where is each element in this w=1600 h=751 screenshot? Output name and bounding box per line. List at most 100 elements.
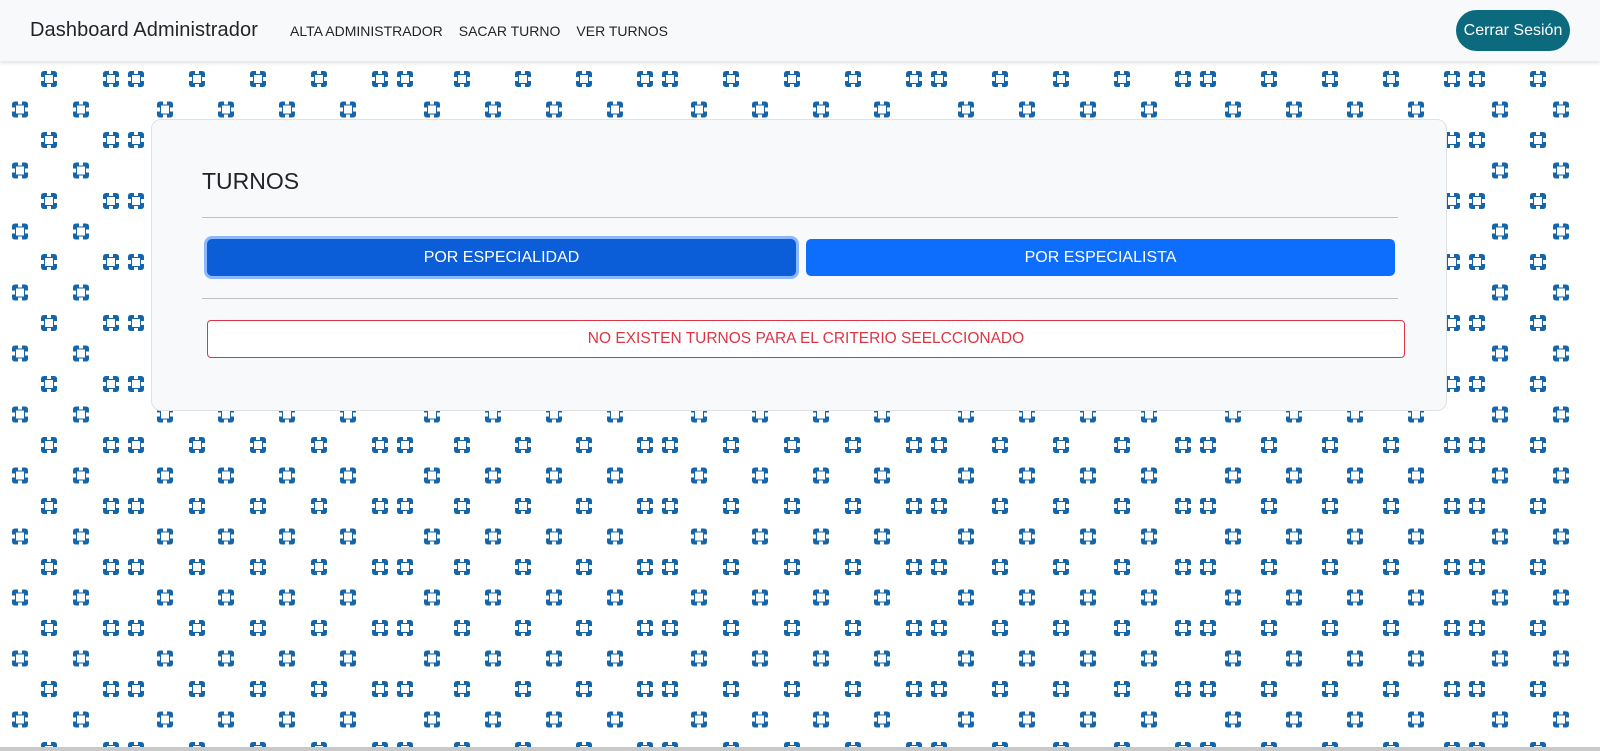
medical-cross-icon (931, 71, 947, 87)
medical-cross-icon (12, 711, 28, 728)
medical-cross-icon (1530, 193, 1546, 209)
medical-cross-icon (607, 528, 623, 545)
medical-cross-icon (1286, 528, 1302, 545)
medical-cross-icon (1019, 589, 1035, 606)
medical-cross-icon (189, 71, 205, 87)
medical-cross-icon (1200, 71, 1216, 87)
medical-cross-icon (103, 437, 119, 453)
medical-cross-icon (1225, 467, 1241, 484)
medical-cross-icon (1053, 437, 1069, 453)
medical-cross-icon (546, 711, 562, 728)
por-especialidad-button[interactable]: POR ESPECIALIDAD (207, 239, 796, 276)
medical-cross-icon (340, 528, 356, 545)
medical-cross-icon (41, 498, 57, 514)
medical-cross-icon (372, 620, 388, 636)
medical-cross-icon (311, 437, 327, 453)
medical-cross-icon (73, 711, 89, 728)
medical-cross-icon (607, 711, 623, 728)
medical-cross-icon (546, 467, 562, 484)
medical-cross-icon (424, 650, 440, 667)
medical-cross-icon (1261, 620, 1277, 636)
medical-cross-icon (1469, 437, 1485, 453)
medical-cross-icon (372, 437, 388, 453)
medical-cross-icon (662, 498, 678, 514)
medical-cross-icon (813, 711, 829, 728)
medical-cross-icon (12, 650, 28, 667)
medical-cross-icon (41, 620, 57, 636)
nav-link-alta-administrador[interactable]: ALTA ADMINISTRADOR (282, 23, 451, 39)
medical-cross-icon (218, 711, 234, 728)
medical-cross-icon (958, 467, 974, 484)
medical-cross-icon (931, 498, 947, 514)
medical-cross-icon (752, 101, 768, 118)
medical-cross-icon (1347, 101, 1363, 118)
medical-cross-icon (576, 437, 592, 453)
medical-cross-icon (515, 559, 531, 575)
navbar-brand[interactable]: Dashboard Administrador (30, 0, 258, 61)
medical-cross-icon (372, 498, 388, 514)
medical-cross-icon (576, 681, 592, 697)
nav-link-sacar-turno[interactable]: SACAR TURNO (451, 23, 569, 39)
medical-cross-icon (1492, 589, 1508, 606)
medical-cross-icon (576, 498, 592, 514)
medical-cross-icon (103, 559, 119, 575)
medical-cross-icon (691, 711, 707, 728)
medical-cross-icon (845, 559, 861, 575)
medical-cross-icon (1175, 437, 1191, 453)
medical-cross-icon (424, 528, 440, 545)
medical-cross-icon (1141, 101, 1157, 118)
medical-cross-icon (250, 620, 266, 636)
medical-cross-icon (784, 437, 800, 453)
medical-cross-icon (128, 437, 144, 453)
medical-cross-icon (1530, 437, 1546, 453)
medical-cross-icon (218, 467, 234, 484)
medical-cross-icon (931, 620, 947, 636)
logout-button[interactable]: Cerrar Sesión (1456, 10, 1570, 51)
medical-cross-icon (1286, 589, 1302, 606)
medical-cross-icon (103, 620, 119, 636)
medical-cross-icon (546, 589, 562, 606)
medical-cross-icon (1322, 620, 1338, 636)
medical-cross-icon (813, 528, 829, 545)
nav-link-ver-turnos[interactable]: VER TURNOS (568, 23, 676, 39)
medical-cross-icon (1114, 681, 1130, 697)
medical-cross-icon (397, 620, 413, 636)
medical-cross-icon (189, 620, 205, 636)
medical-cross-icon (1383, 71, 1399, 87)
medical-cross-icon (424, 101, 440, 118)
medical-cross-icon (372, 71, 388, 87)
medical-cross-icon (454, 620, 470, 636)
medical-cross-icon (1019, 528, 1035, 545)
medical-cross-icon (992, 681, 1008, 697)
medical-cross-icon (1553, 650, 1569, 667)
medical-cross-icon (607, 467, 623, 484)
no-results-alert: NO EXISTEN TURNOS PARA EL CRITERIO SEELC… (207, 320, 1405, 358)
medical-cross-icon (1492, 101, 1508, 118)
medical-cross-icon (1080, 528, 1096, 545)
medical-cross-icon (1080, 101, 1096, 118)
medical-cross-icon (576, 620, 592, 636)
medical-cross-icon (1492, 650, 1508, 667)
medical-cross-icon (662, 681, 678, 697)
medical-cross-icon (485, 101, 501, 118)
medical-cross-icon (1141, 589, 1157, 606)
medical-cross-icon (12, 223, 28, 240)
por-especialista-button[interactable]: POR ESPECIALISTA (806, 239, 1395, 276)
medical-cross-icon (128, 559, 144, 575)
medical-cross-icon (73, 589, 89, 606)
medical-cross-icon (311, 620, 327, 636)
medical-cross-icon (128, 620, 144, 636)
medical-cross-icon (1114, 437, 1130, 453)
medical-cross-icon (607, 650, 623, 667)
medical-cross-icon (1444, 71, 1460, 87)
medical-cross-icon (845, 71, 861, 87)
medical-cross-icon (1444, 620, 1460, 636)
medical-cross-icon (1530, 132, 1546, 148)
medical-cross-icon (723, 437, 739, 453)
medical-cross-icon (250, 437, 266, 453)
medical-cross-icon (874, 467, 890, 484)
medical-cross-icon (1492, 528, 1508, 545)
medical-cross-icon (576, 559, 592, 575)
medical-cross-icon (103, 681, 119, 697)
medical-cross-icon (1530, 315, 1546, 331)
